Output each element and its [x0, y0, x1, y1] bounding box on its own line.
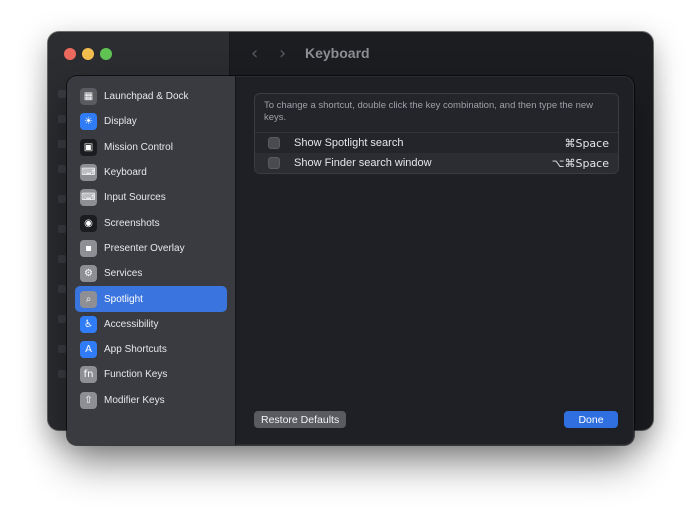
shortcut-row-spotlight-search[interactable]: Show Spotlight search ⌘Space — [255, 133, 618, 153]
shortcut-label: Show Finder search window — [294, 157, 432, 169]
sidebar-item-label: Function Keys — [104, 369, 168, 381]
sidebar-item-app-shortcuts[interactable]: A App Shortcuts — [75, 337, 227, 362]
finder-search-checkbox[interactable] — [268, 157, 280, 169]
launchpad-dock-icon: ▦ — [80, 88, 97, 106]
sidebar-item-screenshots[interactable]: ◉ Screenshots — [75, 210, 227, 235]
spotlight-shortcuts-panel: To change a shortcut, double click the k… — [254, 93, 619, 174]
function-keys-icon: fn — [80, 366, 97, 384]
screenshots-icon: ◉ — [80, 214, 97, 232]
sidebar-item-presenter-overlay[interactable]: ▪ Presenter Overlay — [75, 236, 227, 261]
parent-sidebar-stub — [58, 255, 66, 263]
parent-toolbar: ‹ › Keyboard — [231, 32, 653, 76]
parent-window-title: Keyboard — [305, 45, 370, 61]
shortcuts-sidebar: ▦ Launchpad & Dock ☀ Display ▣ Mission Contro… — [67, 76, 236, 445]
accessibility-icon: ♿ — [80, 315, 97, 333]
app-shortcuts-icon: A — [80, 341, 97, 359]
sidebar-item-label: Services — [104, 268, 143, 280]
sidebar-item-label: Screenshots — [104, 217, 160, 229]
minimize-window-button[interactable] — [82, 48, 94, 60]
parent-sidebar-stub — [58, 315, 66, 323]
shortcut-label: Show Spotlight search — [294, 137, 404, 149]
sidebar-item-mission-control[interactable]: ▣ Mission Control — [75, 135, 227, 160]
services-icon: ⚙ — [80, 265, 97, 283]
parent-sidebar-stub — [58, 285, 66, 293]
sidebar-item-label: Display — [104, 116, 137, 128]
sidebar-item-label: Input Sources — [104, 192, 166, 204]
shortcut-hint-text: To change a shortcut, double click the k… — [255, 94, 618, 133]
shortcut-row-finder-search[interactable]: Show Finder search window ⌥⌘Space — [255, 153, 618, 173]
sidebar-item-modifier-keys[interactable]: ⇧ Modifier Keys — [75, 388, 227, 413]
sidebar-item-label: App Shortcuts — [104, 344, 167, 356]
sidebar-item-label: Keyboard — [104, 167, 147, 179]
restore-defaults-button[interactable]: Restore Defaults — [254, 411, 347, 428]
sidebar-item-services[interactable]: ⚙ Services — [75, 261, 227, 286]
mission-control-icon: ▣ — [80, 138, 97, 156]
sidebar-item-keyboard[interactable]: ⌨ Keyboard — [75, 160, 227, 185]
parent-sidebar-stub — [58, 225, 66, 233]
keyboard-shortcuts-sheet: ▦ Launchpad & Dock ☀ Display ▣ Mission Contro… — [67, 76, 634, 445]
shortcuts-content: To change a shortcut, double click the k… — [237, 76, 634, 445]
sidebar-item-accessibility[interactable]: ♿ Accessibility — [75, 312, 227, 337]
sidebar-item-input-sources[interactable]: ⌨ Input Sources — [75, 185, 227, 210]
shortcut-keys[interactable]: ⌘Space — [564, 137, 609, 150]
parent-sidebar-stub — [58, 90, 66, 98]
sidebar-item-display[interactable]: ☀ Display — [75, 109, 227, 134]
sidebar-item-launchpad-dock[interactable]: ▦ Launchpad & Dock — [75, 84, 227, 109]
sidebar-item-label: Mission Control — [104, 141, 173, 153]
parent-sidebar-stub — [58, 165, 66, 173]
parent-sidebar-stub — [58, 115, 66, 123]
sidebar-item-spotlight[interactable]: ⌕ Spotlight — [75, 286, 227, 312]
input-sources-icon: ⌨ — [80, 189, 97, 207]
close-window-button[interactable] — [64, 48, 76, 60]
keyboard-icon: ⌨ — [80, 164, 97, 182]
parent-sidebar-stub — [58, 140, 66, 148]
spotlight-search-checkbox[interactable] — [268, 137, 280, 149]
parent-sidebar-stub — [58, 195, 66, 203]
forward-chevron-icon[interactable]: › — [279, 43, 286, 64]
sidebar-item-label: Presenter Overlay — [104, 242, 185, 254]
sidebar-item-label: Spotlight — [104, 293, 143, 305]
spotlight-icon: ⌕ — [80, 290, 97, 308]
parent-sidebar-stub — [58, 370, 66, 378]
presenter-overlay-icon: ▪ — [80, 239, 97, 257]
done-button[interactable]: Done — [564, 411, 618, 428]
back-chevron-icon[interactable]: ‹ — [251, 43, 258, 64]
sidebar-item-label: Launchpad & Dock — [104, 91, 189, 103]
modifier-keys-icon: ⇧ — [80, 391, 97, 409]
parent-sidebar-stub — [58, 345, 66, 353]
shortcut-keys[interactable]: ⌥⌘Space — [552, 157, 609, 170]
sidebar-item-label: Accessibility — [104, 318, 159, 330]
sidebar-item-label: Modifier Keys — [104, 394, 165, 406]
zoom-window-button[interactable] — [100, 48, 112, 60]
display-icon: ☀ — [80, 113, 97, 131]
sidebar-item-function-keys[interactable]: fn Function Keys — [75, 362, 227, 387]
